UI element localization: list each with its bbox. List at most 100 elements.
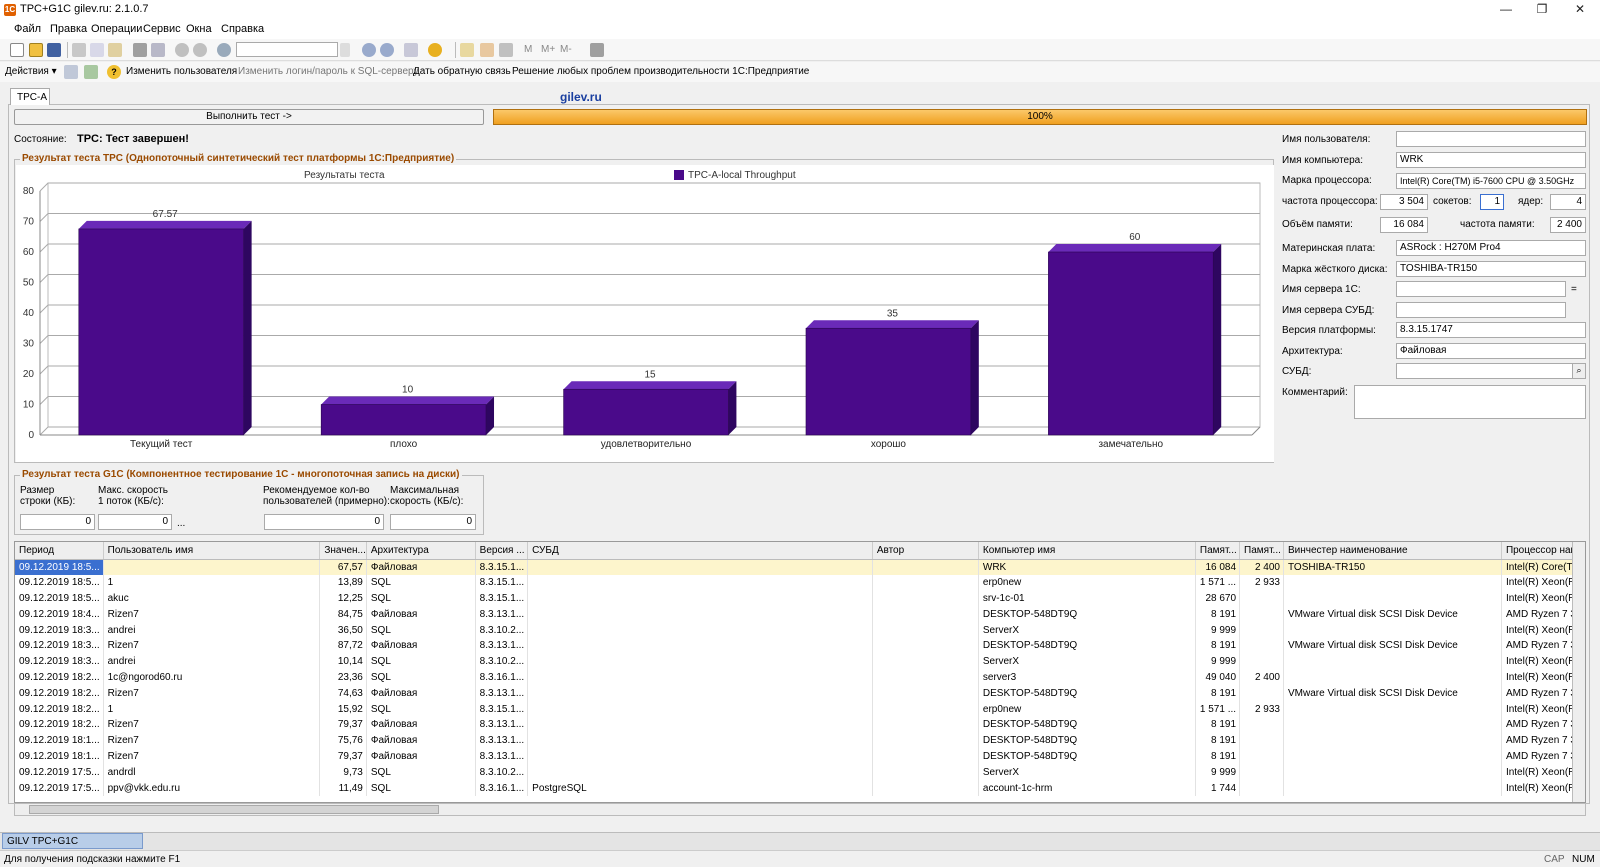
horizontal-scrollbar[interactable]: [14, 803, 1586, 816]
column-header[interactable]: Период: [15, 542, 104, 560]
row-size-field[interactable]: 0: [20, 514, 95, 530]
new-document-icon[interactable]: [10, 43, 24, 57]
run-test-button[interactable]: Выполнить тест ->: [14, 109, 484, 125]
undo-icon[interactable]: [175, 43, 189, 57]
table-cell: 2 400: [1239, 559, 1284, 575]
table-row[interactable]: 09.12.2019 18:3... andrei 10,14 SQL 8.3.10.2…: [15, 653, 1585, 670]
menu-edit[interactable]: Правка: [50, 23, 87, 35]
table-row[interactable]: 09.12.2019 18:2... 1c@ngorod60.ru 23,36 SQL…: [15, 669, 1585, 686]
column-header[interactable]: Версия ...: [475, 542, 529, 560]
table-row[interactable]: 09.12.2019 18:5... akuc 12,25 SQL 8.3.15.1..…: [15, 590, 1585, 607]
table-row[interactable]: 09.12.2019 18:3... Rizen7 87,72 Файловая 8.3…: [15, 637, 1585, 654]
actions-menu[interactable]: Действия ▾: [5, 66, 57, 77]
copy-icon[interactable]: [90, 43, 104, 57]
column-header[interactable]: СУБД: [527, 542, 873, 560]
table-row[interactable]: 09.12.2019 17:5... ppv@vkk.edu.ru 11,49 SQL…: [15, 780, 1585, 796]
find-next-icon[interactable]: [362, 43, 376, 57]
column-header[interactable]: Архитектура: [366, 542, 476, 560]
taskbar-item-gilv[interactable]: GILV TPC+G1C: [2, 833, 143, 849]
column-header[interactable]: Значен...: [319, 542, 367, 560]
cores-field[interactable]: 4: [1550, 194, 1586, 210]
menu-file[interactable]: Файл: [14, 23, 41, 35]
minimize-button[interactable]: —: [1488, 0, 1524, 20]
table-row[interactable]: 09.12.2019 17:5... andrdl 9,73 SQL 8.3.10.2.…: [15, 764, 1585, 781]
horizontal-scroll-thumb[interactable]: [29, 805, 439, 814]
column-header[interactable]: Пользователь имя: [103, 542, 321, 560]
table-cell: DESKTOP-548DT9Q: [978, 748, 1196, 765]
computer-field[interactable]: WRK: [1396, 152, 1586, 168]
menu-service[interactable]: Сервис: [143, 23, 181, 35]
frequency-field[interactable]: 3 504: [1380, 194, 1428, 210]
clear-search-icon[interactable]: [340, 43, 350, 57]
disk-field[interactable]: TOSHIBA-TR150: [1396, 261, 1586, 277]
open-folder-icon[interactable]: [29, 43, 43, 57]
vertical-scrollbar[interactable]: [1572, 542, 1585, 802]
table-row[interactable]: 09.12.2019 18:2... 1 15,92 SQL 8.3.15.1... er…: [15, 701, 1585, 717]
results-grid: Период Пользователь имя Значен... Архитекту…: [15, 542, 1585, 796]
window-title: TPC+G1C gilev.ru: 2.1.0.7: [20, 3, 149, 15]
table-cell: [527, 716, 873, 733]
table-row[interactable]: 09.12.2019 18:5... 1 13,89 SQL 8.3.15.1... er…: [15, 574, 1585, 591]
menu-operations[interactable]: Операции: [91, 23, 142, 35]
restore-button[interactable]: ❐: [1524, 0, 1560, 20]
table-row[interactable]: 09.12.2019 18:4... Rizen7 84,75 Файловая 8.3…: [15, 606, 1585, 623]
find-prev-icon[interactable]: [380, 43, 394, 57]
memory-frequency-field[interactable]: 2 400: [1550, 217, 1586, 233]
refresh-icon[interactable]: [64, 65, 78, 79]
g1c-more-button[interactable]: ...: [177, 518, 185, 529]
cpu-field[interactable]: Intel(R) Core(TM) i5-7600 CPU @ 3.50GHz: [1396, 173, 1586, 189]
document-list-icon[interactable]: [460, 43, 474, 57]
solve-problems-link[interactable]: Решение любых проблем производительности…: [512, 66, 809, 77]
column-header[interactable]: Памят...: [1239, 542, 1284, 560]
table-row[interactable]: 09.12.2019 18:3... andrei 36,50 SQL 8.3.10.2…: [15, 622, 1585, 638]
calendar-icon[interactable]: [480, 43, 494, 57]
server-1c-field[interactable]: [1396, 281, 1566, 297]
help-icon[interactable]: ?: [107, 65, 121, 79]
redo-icon[interactable]: [193, 43, 207, 57]
server-dbms-field[interactable]: [1396, 302, 1566, 318]
menu-help[interactable]: Справка: [221, 23, 264, 35]
users-field[interactable]: 0: [264, 514, 384, 530]
save-icon[interactable]: [47, 43, 61, 57]
motherboard-field[interactable]: ASRock : H270M Pro4: [1396, 240, 1586, 256]
print-preview-icon[interactable]: [151, 43, 165, 57]
table-row[interactable]: 09.12.2019 18:1... Rizen7 75,76 Файловая 8.3…: [15, 732, 1585, 749]
table-row[interactable]: 09.12.2019 18:2... Rizen7 79,37 Файловая 8.3…: [15, 716, 1585, 733]
column-header[interactable]: Компьютер имя: [978, 542, 1196, 560]
print-icon[interactable]: [133, 43, 147, 57]
memory-minus-button[interactable]: M-: [560, 44, 572, 55]
tools-icon[interactable]: [590, 43, 604, 57]
search-icon[interactable]: [217, 43, 231, 57]
info-icon[interactable]: [428, 43, 442, 57]
close-button[interactable]: ✕: [1562, 0, 1598, 20]
user-field[interactable]: [1396, 131, 1586, 147]
change-user-link[interactable]: Изменить пользователя: [126, 66, 237, 77]
comment-field[interactable]: [1354, 385, 1586, 419]
calculator-icon[interactable]: [499, 43, 513, 57]
column-header[interactable]: Автор: [872, 542, 979, 560]
column-header[interactable]: Памят...: [1195, 542, 1241, 560]
windows-icon[interactable]: [404, 43, 418, 57]
max-total-field[interactable]: 0: [390, 514, 476, 530]
table-row[interactable]: 09.12.2019 18:2... Rizen7 74,63 Файловая 8.3…: [15, 685, 1585, 702]
memory-button[interactable]: M: [524, 44, 532, 55]
export-icon[interactable]: [84, 65, 98, 79]
cut-icon[interactable]: [72, 43, 86, 57]
sockets-field[interactable]: 1: [1480, 194, 1504, 210]
memory-field[interactable]: 16 084: [1380, 217, 1428, 233]
platform-field[interactable]: 8.3.15.1747: [1396, 322, 1586, 338]
dbms-select-icon[interactable]: ⌕: [1572, 364, 1585, 378]
max-speed-field[interactable]: 0: [98, 514, 172, 530]
tab-tpc-a[interactable]: TPC-A: [10, 88, 50, 105]
toolbar-search-input[interactable]: [236, 42, 338, 57]
feedback-link[interactable]: Дать обратную связь: [413, 66, 511, 77]
dbms-field[interactable]: [1396, 363, 1586, 379]
table-row[interactable]: 09.12.2019 18:1... Rizen7 79,37 Файловая 8.3…: [15, 748, 1585, 765]
paste-icon[interactable]: [108, 43, 122, 57]
change-login-link[interactable]: Изменить логин/пароль к SQL-серверу: [238, 66, 418, 77]
memory-plus-button[interactable]: M+: [541, 44, 555, 55]
column-header[interactable]: Винчестер наименование: [1283, 542, 1502, 560]
menu-windows[interactable]: Окна: [186, 23, 212, 35]
table-row[interactable]: 09.12.2019 18:5... 67,57 Файловая 8.3.15.1.…: [15, 559, 1585, 575]
architecture-field[interactable]: Файловая: [1396, 343, 1586, 359]
